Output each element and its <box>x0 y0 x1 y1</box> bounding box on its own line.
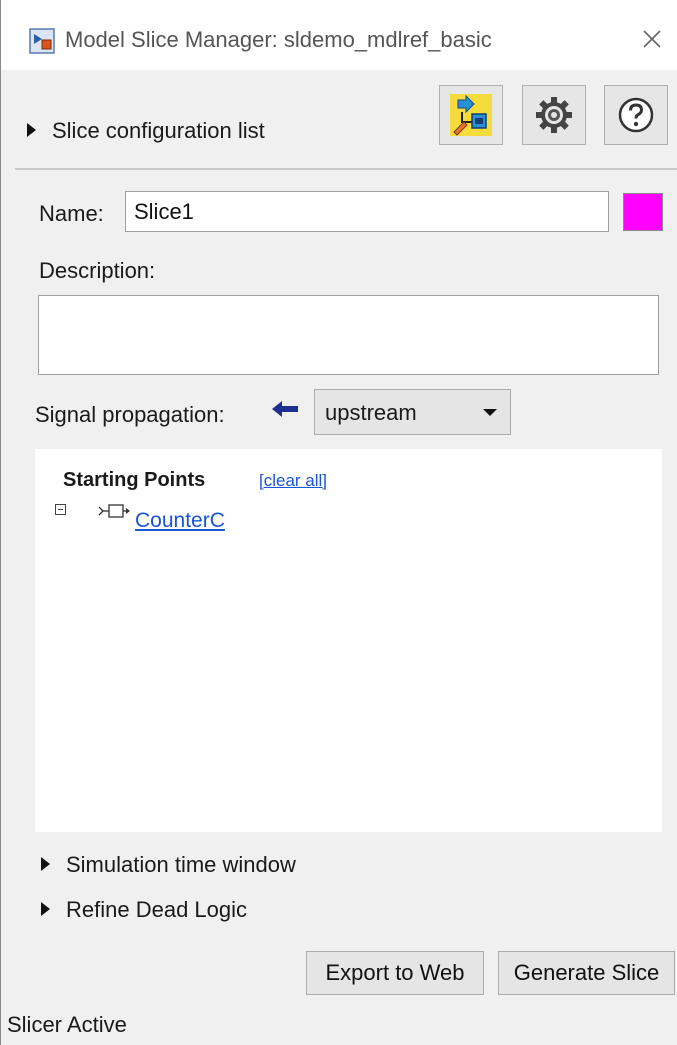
signal-propagation-value: upstream <box>325 400 417 425</box>
model-slice-manager-window: Model Slice Manager: sldemo_mdlref_basic… <box>0 0 677 1045</box>
block-icon <box>98 504 130 518</box>
expand-arrow-icon <box>27 123 36 137</box>
arrow-left-icon <box>272 401 298 417</box>
refine-dead-logic-toggle[interactable]: Refine Dead Logic <box>41 897 247 923</box>
simulation-time-window-label: Simulation time window <box>66 852 296 877</box>
refine-dead-logic-label: Refine Dead Logic <box>66 897 248 922</box>
expand-arrow-icon <box>41 857 50 871</box>
starting-points-panel: Starting Points [clear all] CounterC <box>35 449 662 832</box>
highlight-slice-icon <box>450 94 492 136</box>
signal-propagation-dropdown[interactable]: upstream <box>314 389 511 435</box>
signal-propagation-label: Signal propagation: <box>35 402 225 427</box>
starting-points-title: Starting Points <box>63 469 206 491</box>
expand-arrow-icon <box>41 902 50 916</box>
gear-icon <box>536 97 572 133</box>
help-icon <box>618 97 654 133</box>
name-label: Name: <box>39 201 104 226</box>
simulation-time-window-toggle[interactable]: Simulation time window <box>41 852 296 878</box>
simulink-model-icon <box>29 28 55 54</box>
settings-button[interactable] <box>522 85 586 145</box>
collapse-icon[interactable] <box>55 504 66 515</box>
divider <box>15 168 677 170</box>
title-bar: Model Slice Manager: sldemo_mdlref_basic <box>1 0 677 70</box>
window-title: Model Slice Manager: sldemo_mdlref_basic <box>65 27 492 52</box>
starting-point-link[interactable]: CounterC <box>135 509 225 533</box>
close-icon[interactable] <box>637 24 667 54</box>
description-field[interactable] <box>38 295 659 375</box>
generate-slice-button[interactable]: Generate Slice <box>498 951 675 995</box>
export-to-web-button[interactable]: Export to Web <box>306 951 484 995</box>
highlight-slice-button[interactable] <box>439 85 503 145</box>
help-button[interactable] <box>604 85 668 145</box>
chevron-down-icon <box>483 409 497 416</box>
slice-configuration-list-label: Slice configuration list <box>52 118 265 143</box>
slice-configuration-list-toggle[interactable]: Slice configuration list <box>27 118 265 144</box>
description-label: Description: <box>39 258 156 283</box>
name-field[interactable] <box>125 191 609 232</box>
slice-color-swatch[interactable] <box>623 193 663 231</box>
status-text: Slicer Active <box>7 1012 127 1037</box>
clear-all-link[interactable]: [clear all] <box>259 471 327 491</box>
